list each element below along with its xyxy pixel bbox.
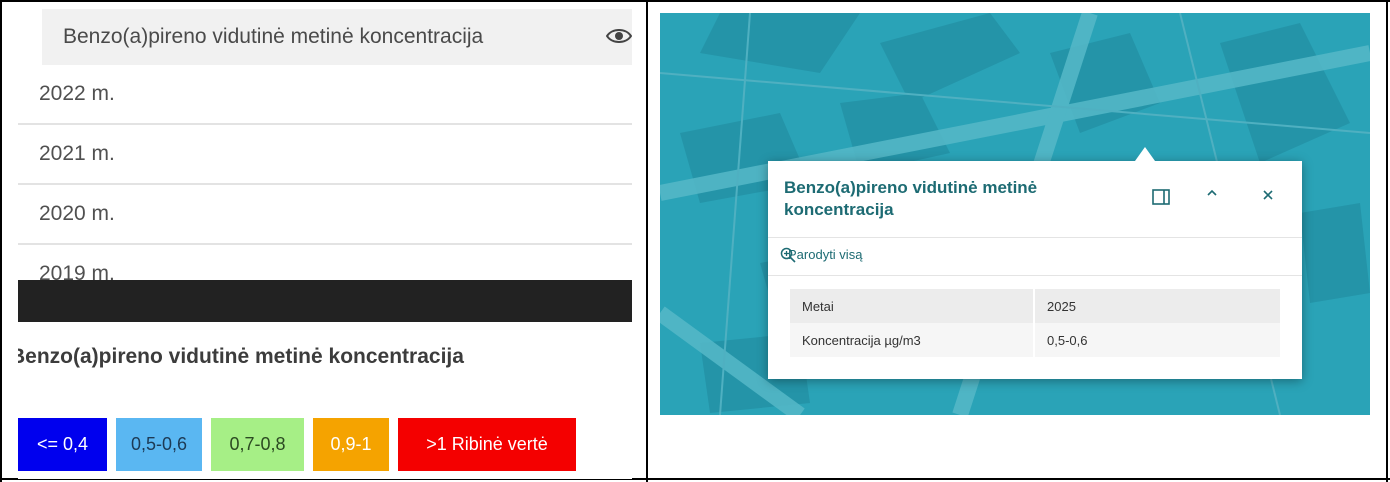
table-border-top (0, 0, 1390, 2)
legend-label: <= 0,4 (36, 434, 89, 454)
year-label: 2021 m. (39, 142, 115, 165)
popup-pointer (1135, 147, 1155, 161)
chevron-up-icon[interactable] (1206, 189, 1230, 213)
legend-label: >1 Ribinė vertė (426, 434, 548, 454)
legend: <= 0,4 0,5-0,6 0,7-0,8 0,9-1 >1 Ribinė v… (18, 418, 585, 471)
attribute-value: 2025 (1034, 289, 1280, 323)
legend-item: >1 Ribinė vertė (398, 418, 576, 471)
legend-item: <= 0,4 (18, 418, 107, 471)
attribute-table: Metai 2025 Koncentracija µg/m3 0,5-0,6 (790, 289, 1280, 357)
dock-icon[interactable] (1152, 189, 1176, 213)
table-border-right (1386, 0, 1388, 482)
year-label: 2022 m. (39, 82, 115, 105)
list-item-year[interactable]: 2020 m. (18, 185, 632, 245)
legend-title: Benzo(a)pireno vidutinė metinė koncentra… (18, 345, 464, 368)
legend-label: 0,7-0,8 (229, 434, 286, 454)
feature-popup: Benzo(a)pireno vidutinė metinė koncentra… (768, 147, 1302, 379)
legend-label: 0,5-0,6 (130, 434, 188, 454)
legend-label: 0,9-1 (330, 434, 372, 454)
legend-item: 0,9-1 (313, 418, 389, 471)
attribute-key: Metai (790, 289, 1035, 323)
redaction-bar (18, 280, 632, 322)
table-row: Metai 2025 (790, 289, 1280, 323)
layer-title: Benzo(a)pireno vidutinė metinė koncentra… (63, 25, 484, 48)
list-item-year[interactable]: 2021 m. (18, 125, 632, 185)
zoom-to-label: Parodyti visą (788, 247, 863, 262)
attribute-key: Koncentracija µg/m3 (790, 323, 1035, 357)
popup-divider (768, 275, 1302, 276)
map-view[interactable]: Benzo(a)pireno vidutinė metinė koncentra… (660, 13, 1370, 415)
layer-list-panel: Benzo(a)pireno vidutinė metinė koncentra… (18, 9, 632, 479)
legend-item: 0,5-0,6 (116, 418, 202, 471)
legend-item: 0,7-0,8 (211, 418, 304, 471)
popup-title: Benzo(a)pireno vidutinė metinė koncentra… (784, 178, 1038, 219)
table-border-middle (646, 0, 648, 482)
table-border-left (0, 0, 2, 482)
layer-header[interactable]: Benzo(a)pireno vidutinė metinė koncentra… (42, 9, 632, 65)
attribute-value: 0,5-0,6 (1034, 323, 1280, 357)
zoom-to-button[interactable]: Parodyti visą (780, 247, 863, 263)
year-label: 2020 m. (39, 202, 115, 225)
popup-divider (768, 237, 1302, 238)
list-item-year[interactable]: 2022 m. (18, 65, 632, 125)
close-icon[interactable] (1262, 189, 1286, 213)
table-row: Koncentracija µg/m3 0,5-0,6 (790, 323, 1280, 357)
eye-icon[interactable] (605, 27, 632, 45)
